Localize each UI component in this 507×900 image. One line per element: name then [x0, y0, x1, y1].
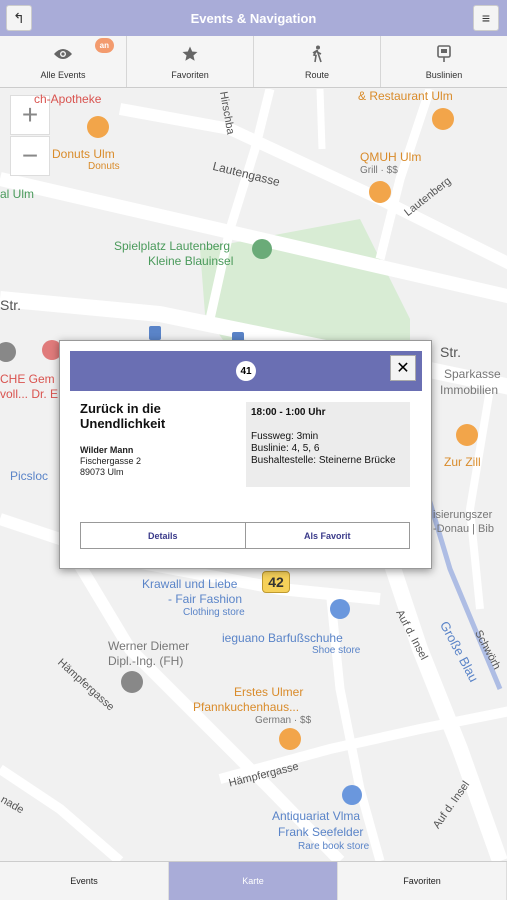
bus-lines: Buslinie: 4, 5, 6: [251, 443, 320, 454]
menu-button[interactable]: ≡: [473, 5, 499, 31]
nav-karte[interactable]: Karte: [169, 862, 338, 900]
event-popup: 41 ✕ Zurück in die Unendlichkeit Wilder …: [59, 340, 432, 569]
star-icon: [181, 44, 199, 64]
status-badge: an: [94, 38, 114, 53]
bottom-nav: Events Karte Favoriten: [0, 861, 507, 900]
tab-buslinien[interactable]: Buslinien: [381, 36, 507, 87]
tab-label: Buslinien: [425, 69, 463, 80]
nav-events[interactable]: Events: [0, 862, 169, 900]
map-label: QMUH Ulm: [360, 150, 422, 164]
map-label: Immobilien: [440, 383, 499, 397]
back-icon: ↰: [13, 9, 25, 26]
popup-header: 41 ✕: [70, 351, 422, 391]
hamburger-menu-icon: ≡: [481, 10, 491, 26]
map-label: Frank Seefelder: [278, 825, 364, 839]
map-label: al Ulm: [0, 187, 35, 201]
tab-label: Alle Events: [40, 69, 86, 80]
map-label: Werner Diemer: [108, 639, 190, 653]
map-label: Str.: [440, 344, 462, 360]
filter-tabs: Alle Events an Favoriten Route Buslinien: [0, 36, 507, 88]
venue-address: Wilder Mann Fischergasse 2 89073 Ulm: [80, 445, 141, 478]
app-header: ↰ Events & Navigation ≡: [0, 0, 507, 36]
popup-actions: Details Als Favorit: [80, 522, 410, 549]
map-label: Dipl.-Ing. (FH): [108, 654, 184, 668]
map-label: Shoe store: [312, 645, 361, 656]
back-button[interactable]: ↰: [6, 5, 32, 31]
map-label: -Donau | Bib: [433, 523, 494, 535]
event-info-box: 18:00 - 1:00 Uhr Fussweg: 3min Buslinie:…: [246, 402, 410, 487]
walking-time: Fussweg: 3min: [251, 431, 319, 442]
map-label: & Restaurant Ulm: [358, 89, 453, 103]
tab-alle-events[interactable]: Alle Events an: [0, 36, 127, 87]
map-label: Clothing store: [183, 607, 245, 618]
details-button[interactable]: Details: [81, 523, 246, 548]
close-button[interactable]: ✕: [390, 355, 416, 381]
map-label: - Fair Fashion: [168, 592, 243, 606]
map-label: Grill · $$: [360, 165, 398, 176]
add-favorite-button[interactable]: Als Favorit: [245, 523, 409, 548]
tab-route[interactable]: Route: [254, 36, 381, 87]
tab-label: Favoriten: [171, 69, 209, 80]
map-label: Str.: [0, 297, 22, 313]
map-label: Antiquariat Vlma: [272, 809, 361, 823]
tab-favoriten[interactable]: Favoriten: [127, 36, 254, 87]
tab-label: Route: [304, 69, 330, 80]
nav-favoriten[interactable]: Favoriten: [338, 862, 507, 900]
eye-icon: [53, 44, 73, 64]
map-label: Erstes Ulmer: [234, 685, 304, 699]
map-label: Spielplatz Lautenberg: [114, 239, 231, 253]
page-title: Events & Navigation: [190, 10, 317, 26]
map-label: German · $$: [255, 715, 312, 726]
zoom-out-button[interactable]: −: [10, 136, 50, 176]
walking-person-icon: [310, 44, 324, 64]
zoom-out-icon: −: [21, 140, 39, 171]
venue-street: Fischergasse 2: [80, 456, 142, 466]
event-number: 41: [236, 361, 256, 381]
venue-city: 89073 Ulm: [80, 467, 124, 477]
map-label: Sparkasse: [444, 367, 501, 381]
event-time: 18:00 - 1:00 Uhr: [251, 407, 326, 418]
map-label: isierungszer: [433, 509, 493, 521]
map-label: voll... Dr. E: [0, 387, 59, 401]
map-label: Donuts: [88, 161, 120, 172]
venue-name: Wilder Mann: [80, 445, 134, 455]
map-label: Krawall und Liebe: [142, 577, 238, 591]
map-label: ieguano Barfußschuhe: [222, 631, 343, 645]
event-marker[interactable]: 42: [262, 571, 290, 593]
map-label: Pfannkuchenhaus...: [193, 700, 300, 714]
bus-stop-icon: [437, 44, 451, 64]
event-title: Zurück in die Unendlichkeit: [80, 401, 166, 431]
close-icon: ✕: [396, 360, 410, 377]
map-label: Donuts Ulm: [52, 147, 115, 161]
bus-stop: Bushaltestelle: Steinerne Brücke: [251, 455, 396, 466]
map-label: CHE Gem: [0, 372, 55, 386]
map-label: Kleine Blauinsel: [148, 254, 234, 268]
map-label: ch-Apotheke: [34, 92, 102, 106]
map-label: Zur Zill: [444, 455, 481, 469]
map-label: Picsloc: [10, 469, 49, 483]
map-label: Rare book store: [298, 841, 370, 852]
